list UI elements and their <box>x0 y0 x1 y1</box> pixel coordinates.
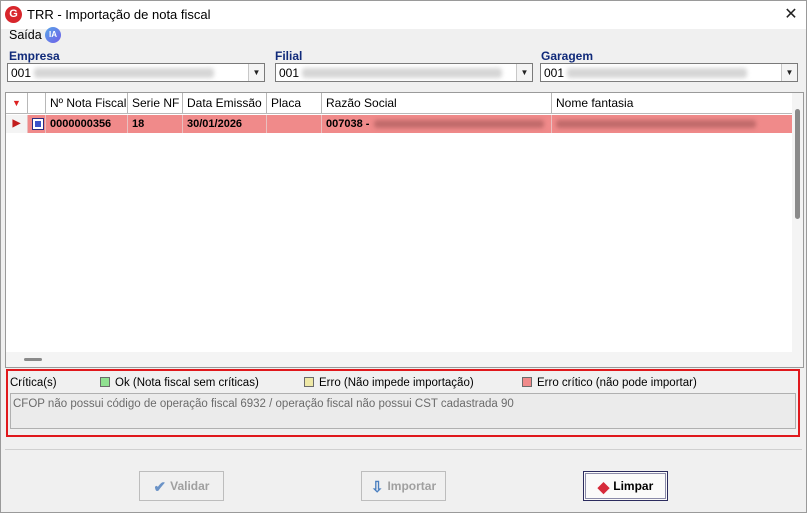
legend-erro-critico-swatch <box>522 377 532 387</box>
table-row[interactable]: ▶ 0000000356 18 30/01/2026 007038 - <box>6 115 794 133</box>
cell-razao-social-text: 007038 - <box>326 118 370 130</box>
menu-saida[interactable]: Saída <box>9 28 42 42</box>
divider <box>5 449 802 450</box>
header-serie-nf[interactable]: Serie NF <box>128 93 183 114</box>
sort-arrow-icon[interactable]: ▼ <box>6 93 28 114</box>
garagem-label: Garagem <box>541 49 594 63</box>
empresa-redacted <box>34 68 214 78</box>
header-nota-fiscal[interactable]: Nº Nota Fiscal <box>46 93 128 114</box>
cell-placa <box>267 115 322 133</box>
header-data-emissao[interactable]: Data Emissão <box>183 93 267 114</box>
razao-redacted <box>374 120 544 128</box>
dropdown-arrow-icon[interactable]: ▼ <box>516 64 532 81</box>
vertical-scrollbar[interactable] <box>792 93 803 352</box>
legend-ok: Ok (Nota fiscal sem críticas) <box>100 377 259 389</box>
criticas-label: Crítica(s) <box>10 377 57 389</box>
cell-razao-social: 007038 - <box>322 115 552 133</box>
validar-label: Validar <box>170 479 210 493</box>
horizontal-scrollbar[interactable] <box>6 352 803 367</box>
legend-ok-swatch <box>100 377 110 387</box>
filial-redacted <box>302 68 502 78</box>
legend-erro-critico: Erro crítico (não pode importar) <box>522 377 697 389</box>
header-razao-social[interactable]: Razão Social <box>322 93 552 114</box>
row-pointer-icon: ▶ <box>6 115 28 133</box>
legend-erro-swatch <box>304 377 314 387</box>
cell-nome-fantasia <box>552 115 794 133</box>
eraser-icon: ◆ <box>597 479 610 496</box>
empresa-select[interactable]: 001 ▼ <box>7 63 265 82</box>
header-placa[interactable]: Placa <box>267 93 322 114</box>
close-icon[interactable]: ✕ <box>776 1 806 29</box>
title-bar: G TRR - Importação de nota fiscal ✕ <box>1 1 806 29</box>
ia-icon[interactable]: IA <box>45 27 61 43</box>
app-logo-icon: G <box>5 6 22 23</box>
dropdown-arrow-icon[interactable]: ▼ <box>781 64 797 81</box>
criticas-panel: Crítica(s) Ok (Nota fiscal sem críticas)… <box>6 369 800 437</box>
header-spacer <box>28 93 46 114</box>
cell-serie-nf: 18 <box>128 115 183 133</box>
legend-ok-label: Ok (Nota fiscal sem críticas) <box>115 377 259 389</box>
legend-erro-critico-label: Erro crítico (não pode importar) <box>537 377 697 389</box>
garagem-redacted <box>567 68 747 78</box>
importar-button[interactable]: ⇩ Importar <box>361 471 446 501</box>
filial-label: Filial <box>275 49 303 63</box>
garagem-value: 001 <box>544 66 565 80</box>
document-icon-cell[interactable] <box>28 115 46 133</box>
validar-button[interactable]: ✔ Validar <box>139 471 224 501</box>
limpar-button[interactable]: ◆ Limpar <box>583 471 668 501</box>
import-icon: ⇩ <box>370 479 384 496</box>
legend-erro-label: Erro (Não impede importação) <box>319 377 474 389</box>
document-icon[interactable] <box>32 118 44 130</box>
criticas-message[interactable]: CFOP não possui código de operação fisca… <box>10 393 796 429</box>
filial-select[interactable]: 001 ▼ <box>275 63 533 82</box>
filial-value: 001 <box>279 66 300 80</box>
vertical-scroll-thumb[interactable] <box>795 109 800 219</box>
invoice-grid[interactable]: ▼ Nº Nota Fiscal Serie NF Data Emissão P… <box>5 92 804 368</box>
header-nome-fantasia[interactable]: Nome fantasia <box>552 93 794 114</box>
dropdown-arrow-icon[interactable]: ▼ <box>248 64 264 81</box>
empresa-value: 001 <box>11 66 32 80</box>
grid-header: ▼ Nº Nota Fiscal Serie NF Data Emissão P… <box>6 93 794 114</box>
importar-label: Importar <box>387 479 437 493</box>
fantasia-redacted <box>556 120 756 128</box>
window-title: TRR - Importação de nota fiscal <box>27 7 211 22</box>
import-window: G TRR - Importação de nota fiscal ✕ Saíd… <box>0 0 807 513</box>
check-icon: ✔ <box>153 479 167 496</box>
empresa-label: Empresa <box>9 49 60 63</box>
cell-nota-fiscal: 0000000356 <box>46 115 128 133</box>
limpar-label: Limpar <box>613 479 654 493</box>
cell-data-emissao: 30/01/2026 <box>183 115 267 133</box>
legend-erro: Erro (Não impede importação) <box>304 377 474 389</box>
horizontal-scroll-thumb[interactable] <box>24 358 42 361</box>
garagem-select[interactable]: 001 ▼ <box>540 63 798 82</box>
